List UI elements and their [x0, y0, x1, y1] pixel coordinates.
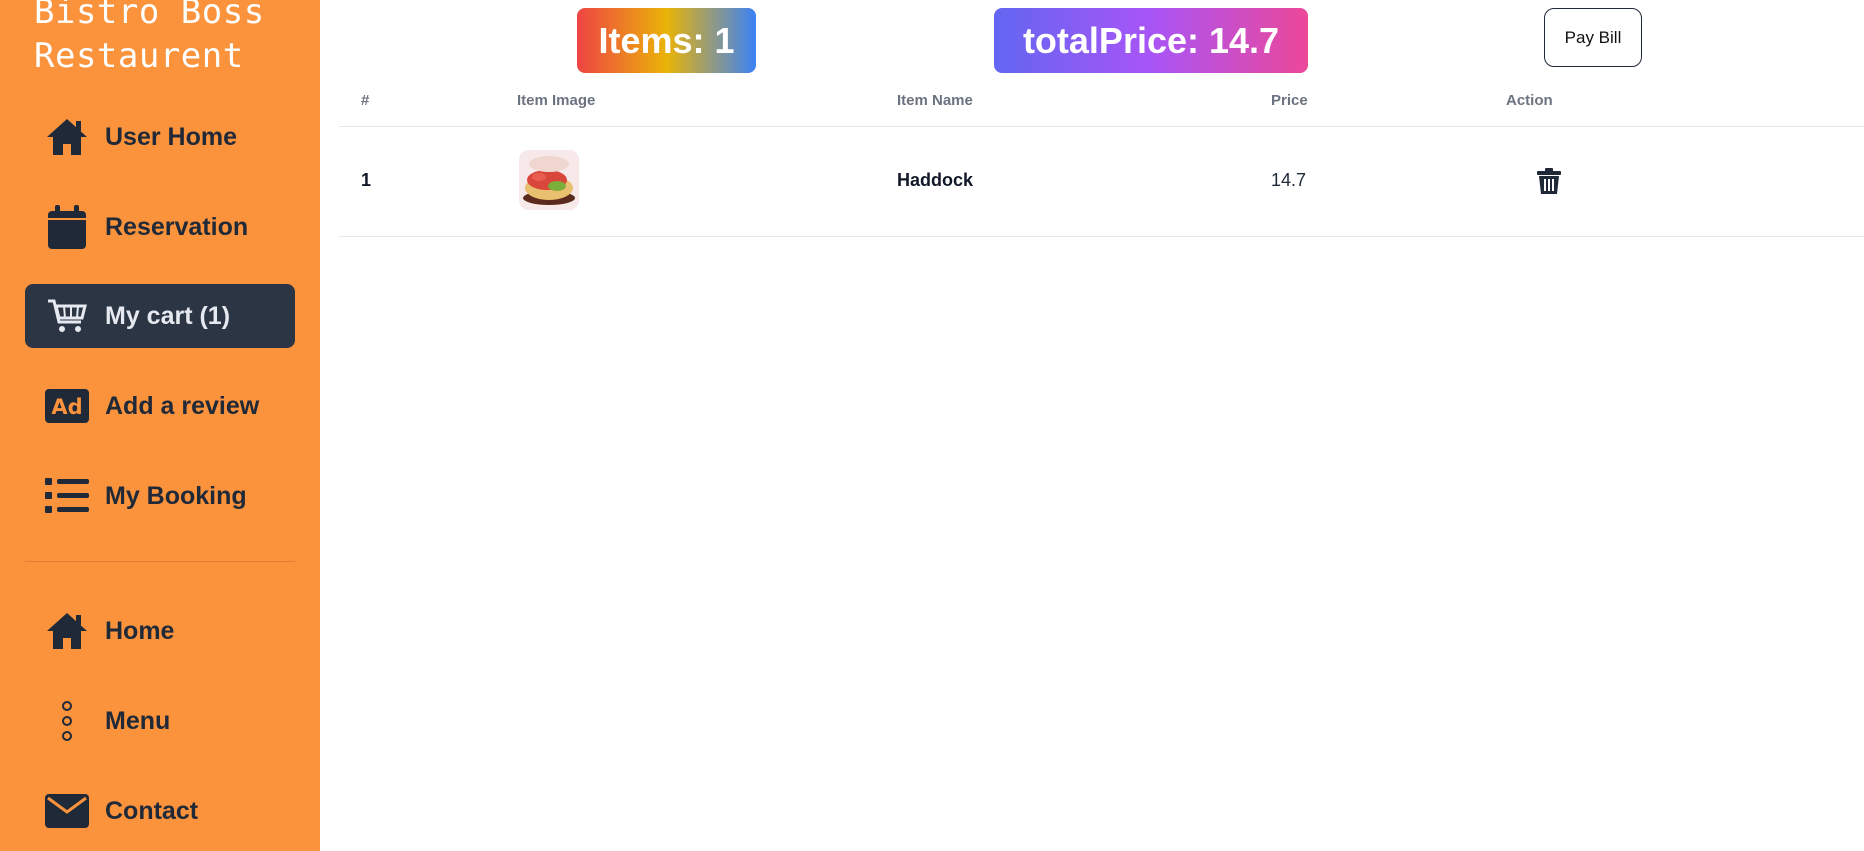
- table-header: # Item Image Item Name Price Action: [339, 88, 1864, 127]
- sidebar-item-label: User Home: [105, 122, 237, 151]
- sidebar-item-my-booking[interactable]: My Booking: [25, 464, 295, 528]
- sidebar-item-label: Home: [105, 616, 175, 645]
- sidebar-divider: [25, 561, 295, 562]
- column-header-item-name: Item Name: [897, 92, 973, 109]
- brand-line-2: Restaurent: [34, 36, 244, 76]
- items-count-badge: Items: 1: [577, 8, 756, 73]
- item-image: [519, 150, 579, 210]
- sidebar-item-label: Add a review: [105, 391, 260, 420]
- home-icon: [45, 609, 89, 653]
- sidebar-item-home[interactable]: Home: [25, 599, 295, 663]
- column-header-item-image: Item Image: [517, 92, 596, 109]
- pay-bill-button[interactable]: Pay Bill: [1544, 8, 1642, 67]
- home-icon: [45, 115, 89, 159]
- vertical-dots-icon: [45, 699, 89, 743]
- row-index: 1: [361, 170, 372, 190]
- sidebar-item-add-review[interactable]: Ad Add a review: [25, 374, 295, 438]
- sidebar: Bistro Boss Restaurent User Home Reserva…: [0, 0, 320, 851]
- sidebar-item-reservation[interactable]: Reservation: [25, 195, 295, 259]
- brand-title: Bistro Boss Restaurent: [34, 0, 314, 78]
- cart-icon: [45, 294, 89, 338]
- sidebar-item-label: My Booking: [105, 481, 247, 510]
- envelope-icon: [45, 789, 89, 833]
- sidebar-item-menu[interactable]: Menu: [25, 689, 295, 753]
- sidebar-item-label: Contact: [105, 796, 199, 825]
- sidebar-item-my-cart[interactable]: My cart (1): [25, 284, 295, 348]
- brand-line-1: Bistro Boss: [34, 0, 265, 32]
- column-header-index: #: [361, 92, 370, 109]
- sidebar-item-label: Menu: [105, 706, 171, 735]
- trash-icon[interactable]: [1537, 168, 1561, 194]
- svg-text:Ad: Ad: [51, 395, 82, 419]
- sidebar-item-user-home[interactable]: User Home: [25, 105, 295, 169]
- ad-icon: Ad: [45, 384, 89, 428]
- column-header-action: Action: [1506, 92, 1553, 109]
- item-price: 14.7: [1271, 170, 1307, 190]
- item-name: Haddock: [897, 170, 974, 190]
- list-icon: [45, 474, 89, 518]
- calendar-icon: [45, 205, 89, 249]
- table-row: 1 Haddock 14.7: [339, 126, 1864, 237]
- total-price-badge: totalPrice: 14.7: [994, 8, 1308, 73]
- sidebar-item-label: Reservation: [105, 212, 249, 241]
- column-header-price: Price: [1271, 92, 1308, 109]
- sidebar-item-label: My cart (1): [105, 301, 231, 330]
- sidebar-item-contact[interactable]: Contact: [25, 779, 295, 843]
